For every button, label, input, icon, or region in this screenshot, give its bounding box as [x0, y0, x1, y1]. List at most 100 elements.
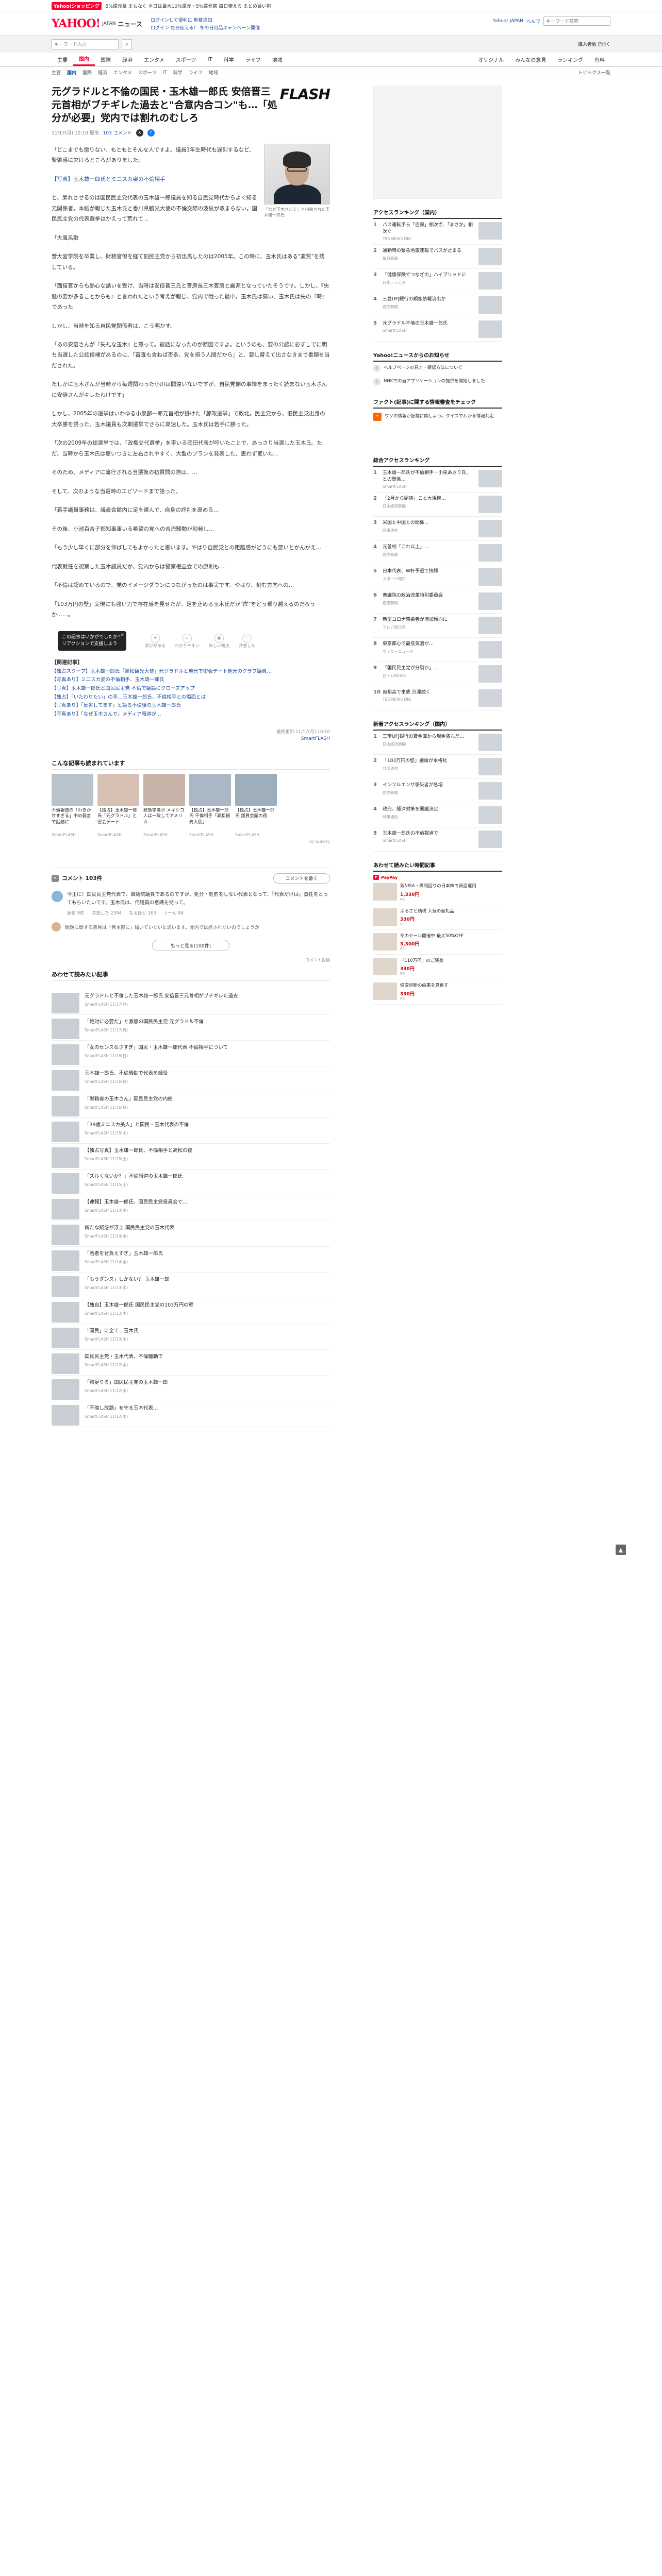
related-article-link[interactable]: 【写真あり】ミニスカ姿の不倫相手、玉木雄一郎氏	[52, 676, 330, 685]
pr-item[interactable]: 新NISA・高利回りの日本株で資産運用 1,330円 PR	[373, 880, 502, 905]
fact-check-item[interactable]: ? ウソの情報が記載に関しよう。クイズでわかる情報判定	[373, 409, 502, 425]
ranking-item[interactable]: 9 「国民民主党が分裂か」… 日テレNEWS	[373, 662, 502, 687]
comment-post-note[interactable]: コメント投稿	[52, 957, 330, 963]
nav-item-sports[interactable]: スポーツ	[170, 53, 202, 66]
ranking-item[interactable]: 10 首都高で事故 渋滞続く TBS NEWS DIG	[373, 686, 502, 711]
recommend-card[interactable]: 【独占】玉木雄一郎氏 不倫相手「高松観光大使」 SmartFLASH	[189, 773, 231, 837]
more-article-item[interactable]: 国民民主党・玉木代表、不倫騒動で SmartFLASH 11/12(水)	[52, 1350, 330, 1376]
more-article-item[interactable]: 【速報】玉木雄一郎氏、国民民主党役員会で… SmartFLASH 11/14(金)	[52, 1195, 330, 1222]
reaction-clear[interactable]: ✓ わかりやすい	[175, 633, 200, 649]
more-article-item[interactable]: 元グラドルと不倫した玉木雄一郎氏 安倍晋三元首相がブチギレた過去 SmartFLA…	[52, 989, 330, 1015]
more-article-item[interactable]: 「女のセンスなさすぎ」国民・玉木雄一郎代表 不倫相手について SmartFLASH…	[52, 1041, 330, 1067]
nav-item-ranking[interactable]: ランキング	[552, 56, 589, 63]
more-article-item[interactable]: 【独占写真】玉木雄一郎氏、不倫相手と高松の夜 SmartFLASH 11/15(土…	[52, 1144, 330, 1170]
keyword-search-input[interactable]	[52, 39, 119, 49]
nav-item-domestic[interactable]: 国内	[73, 53, 95, 66]
subnav-item-main[interactable]: 主要	[52, 69, 61, 76]
topics-list-link[interactable]: トピックス一覧	[578, 69, 610, 76]
ranking-item[interactable]: 1 バス運転手ら「自殺」相次ぎ、「まさか」相次ぐ TBS NEWS DIG	[373, 219, 502, 245]
ranking-item[interactable]: 2 「103万円の壁」議論が本格化 共同通信	[373, 755, 502, 779]
avatar[interactable]	[52, 922, 61, 932]
reply-button[interactable]: 返信 9件	[67, 910, 85, 916]
nav-item-economy[interactable]: 経済	[117, 53, 138, 66]
comment-count-link[interactable]: 103 コメント	[103, 129, 132, 136]
ranking-item[interactable]: 3 インフルエンザ感染者が急増 読売新聞	[373, 779, 502, 804]
ranking-item[interactable]: 4 政府、経済対策を閣議決定 時事通信	[373, 803, 502, 828]
more-article-item[interactable]: 「財務省の玉木さん」国民民主党の内紛 SmartFLASH 11/16(日)	[52, 1092, 330, 1118]
facebook-share-icon[interactable]: f	[147, 129, 155, 137]
ranking-item[interactable]: 4 三菱UFJ銀行の顧客情報流出か 読売新聞	[373, 293, 502, 318]
subnav-item-economy[interactable]: 経済	[98, 69, 107, 76]
ranking-item[interactable]: 7 新型コロナ感染者が増加傾向に テレビ朝日系	[373, 614, 502, 638]
related-article-link[interactable]: 【独占】「いたわりたい」の手…玉木雄一郎氏、不倫相手との場面とは	[52, 693, 330, 702]
article-photo[interactable]	[264, 143, 330, 205]
help-link[interactable]: ヘルプ	[526, 18, 540, 25]
nav-item-region[interactable]: 地域	[267, 53, 288, 66]
nav-item-international[interactable]: 国際	[95, 53, 117, 66]
ranking-item[interactable]: 1 三菱UFJ銀行の貸金庫から現金盗んだ… 日本経済新聞	[373, 731, 502, 755]
recommend-card[interactable]: 【独占】玉木雄一郎氏「元グラドル」と密会デート SmartFLASH	[97, 773, 139, 837]
nav-item-main[interactable]: 主要	[52, 53, 73, 66]
subnav-item-sports[interactable]: スポーツ	[138, 69, 157, 76]
x-share-icon[interactable]: X	[136, 129, 143, 137]
hmm-button[interactable]: うーん 84	[163, 910, 184, 916]
related-article-link[interactable]: 【写真あり】「なぜ玉木さんで」メディア報道が…	[52, 710, 330, 719]
ranking-item[interactable]: 5 元グラドル不倫の玉木雄一郎氏 SmartFLASH	[373, 317, 502, 342]
nav-item-paid[interactable]: 有料	[589, 56, 610, 63]
related-article-link[interactable]: 【写真】玉木雄一郎氏と国民民主党 不倫で議論にクローズアップ	[52, 685, 330, 693]
nav-item-entertainment[interactable]: エンタメ	[138, 53, 170, 66]
pr-item[interactable]: 「110万円」のご褒美 330円 PR	[373, 955, 502, 980]
reaction-learn[interactable]: ✦ 学びがある	[145, 633, 166, 649]
more-article-item[interactable]: 【独自】玉木雄一郎氏 国民民主党の103万円の壁 SmartFLASH 11/13…	[52, 1298, 330, 1325]
ranking-item[interactable]: 2 通勤時の緊急地震速報でバスが止まる 毎日新聞	[373, 245, 502, 269]
service-name[interactable]: ニュース	[118, 20, 142, 28]
ranking-item[interactable]: 2 「2月から閉店」こと大規模… 日本経済新聞	[373, 493, 502, 517]
more-article-item[interactable]: 「国民」に全て…玉木氏 SmartFLASH 11/13(木)	[52, 1324, 330, 1350]
notice-item[interactable]: i ヘルプページの見方・確認方法について	[373, 362, 502, 375]
ranking-item[interactable]: 3 「健康保険でつなぎの」ハイブリッドに 日本テレビ系	[373, 269, 502, 294]
header-search-input[interactable]	[543, 16, 610, 26]
reaction-agree[interactable]: ♡ 共感した	[239, 633, 255, 649]
page-top-button[interactable]: ▲	[616, 1545, 626, 1555]
sidebar-ad[interactable]	[373, 86, 502, 199]
promo-text[interactable]: 5%還元祭 まもなく 本日は最大10％還元・5%還元祭 毎日使える まとめ買い割	[106, 3, 271, 9]
more-article-item[interactable]: 「絶対に必要だ」と激怒の国民民主党 元グラドル不倫 SmartFLASH 11/1…	[52, 1015, 330, 1041]
nav-item-original[interactable]: オリジナル	[472, 56, 509, 63]
more-article-item[interactable]: 「不倫し放題」を守る玉木代表… SmartFLASH 11/12(水)	[52, 1401, 330, 1428]
more-article-item[interactable]: 新たな疑惑が浮上 国民民主党の玉木代表 SmartFLASH 11/14(金)	[52, 1221, 330, 1247]
login-link-1[interactable]: ログインして便利に 新着通知	[151, 16, 260, 23]
reaction-new-view[interactable]: ◉ 新しい視点	[209, 633, 229, 649]
publisher-logo[interactable]: FLASH	[280, 86, 330, 103]
more-article-item[interactable]: 「ズルくないか？」不倫報道の玉木雄一郎氏 SmartFLASH 11/15(土)	[52, 1170, 330, 1196]
insight-button[interactable]: なるほど 163	[129, 910, 156, 916]
more-article-item[interactable]: 「39歳ミニスカ美人」と国民・玉木代表の不倫 SmartFLASH 11/15(土…	[52, 1118, 330, 1144]
subnav-item-domestic[interactable]: 国内	[67, 69, 76, 76]
ranking-item[interactable]: 8 東京都心で最低気温が… ウェザーニュース	[373, 638, 502, 663]
subnav-item-region[interactable]: 地域	[209, 69, 218, 76]
more-article-item[interactable]: 「若者を背負えすぎ」玉木雄一郎氏 SmartFLASH 11/14(金)	[52, 1247, 330, 1273]
ranking-item[interactable]: 3 米国と中国との関係… 時事通信	[373, 517, 502, 541]
promo-bar[interactable]: Yahoo!ショッピング 5%還元祭 まもなく 本日は最大10％還元・5%還元祭…	[0, 0, 662, 12]
ranking-item[interactable]: 5 日本代表、W杯予選で快勝 スポーツ報知	[373, 565, 502, 590]
recommend-card[interactable]: 【独占】玉木雄一郎氏 議員会館の夜 SmartFLASH	[235, 773, 277, 837]
pr-item[interactable]: 冬のセール開催中 最大50%OFF 3,300円 PR	[373, 930, 502, 955]
ranking-item[interactable]: 6 衆議院の政治改革特別委員会 産経新聞	[373, 589, 502, 614]
more-comments-button[interactable]: もっと見る(100件)	[152, 940, 229, 952]
ranking-item[interactable]: 1 玉木雄一郎氏が不倫相手・小泉あさり氏、との関係… SmartFLASH	[373, 467, 502, 493]
recommend-card[interactable]: 不倫報道の「わきが甘すぎる」中の発言で話題に SmartFLASH	[52, 773, 93, 837]
nav-item-science[interactable]: 科学	[218, 53, 240, 66]
yahoo-japan-link[interactable]: Yahoo! JAPAN	[493, 19, 523, 24]
yahoo-logo[interactable]: YAHOO!	[52, 17, 101, 30]
promo-badge[interactable]: Yahoo!ショッピング	[52, 2, 102, 10]
subnav-item-life[interactable]: ライフ	[189, 69, 203, 76]
subnav-item-science[interactable]: 科学	[173, 69, 183, 76]
login-link-2[interactable]: ログイン 毎日使える！ 冬の日用品キャンペーン開催	[151, 24, 260, 31]
notice-item[interactable]: i NHKでの当アプリケーションの提供を開始しました	[373, 375, 502, 388]
search-icon[interactable]: ⌕	[122, 39, 132, 49]
subnav-item-entertainment[interactable]: エンタメ	[113, 69, 132, 76]
close-icon[interactable]: ×	[120, 632, 124, 639]
more-article-item[interactable]: 「物足りる」国民民主党の玉木雄一郎 SmartFLASH 11/12(水)	[52, 1376, 330, 1402]
publisher-link[interactable]: SmartFLASH	[52, 736, 330, 741]
pr-item[interactable]: ふるさと納税 人気の返礼品 330円 PR	[373, 905, 502, 930]
subnav-item-international[interactable]: 国際	[82, 69, 92, 76]
